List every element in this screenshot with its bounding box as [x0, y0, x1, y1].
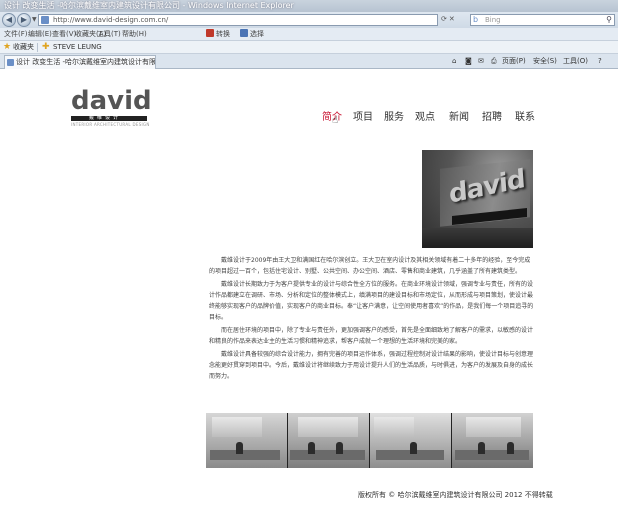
menu-help[interactable]: 帮助(H) [122, 28, 147, 41]
address-bar-row: ◀ ▶ ▼ http://www.david-design.com.cn/ ⟳✕… [0, 12, 618, 28]
search-icon[interactable]: ⚲ [606, 15, 612, 25]
forward-button[interactable]: ▶ [17, 13, 31, 27]
bing-icon: b [473, 15, 479, 24]
address-input[interactable]: http://www.david-design.com.cn/ [38, 14, 438, 26]
intro-paragraph: 戴维设计长期致力于为客户提供专业的设计与综合性全方位的服务。在商业环境设计领域，… [209, 281, 534, 321]
logo-subtitle: INTERIOR ARCHITECTURAL DESIGN [71, 122, 150, 127]
convert-label: 转换 [216, 30, 230, 38]
select-label: 选择 [250, 30, 264, 38]
office-photo-strip [206, 413, 533, 468]
nav-news[interactable]: 新闻 [449, 108, 469, 123]
footer-copyright: 版权所有 © 哈尔滨戴维室内建筑设计有限公司 2012 不得转载 [358, 491, 553, 499]
logo-bar-text: 戴维设计 [89, 115, 122, 121]
nav-careers[interactable]: 招聘 [482, 108, 502, 123]
office-photo [288, 413, 369, 468]
menu-bar: 文件(F) 编辑(E) 查看(V) 收藏夹(A) 工具(T) 帮助(H) 转换 … [0, 28, 618, 41]
hero-image: david [422, 150, 533, 248]
favorite-link-steve-leung[interactable]: STEVE LEUNG [53, 41, 102, 54]
intro-paragraph: 戴维设计于2009年由王大卫和满国红在哈尔滨创立。王大卫在室内设计及其相关领域有… [209, 257, 531, 275]
intro-paragraph: 戴维设计具备较强的综合设计能力，拥有完善的项目运作体系，强调过程控制对设计结果的… [209, 351, 534, 380]
feeds-icon[interactable]: ◙ [465, 54, 472, 69]
tab-title: 设计 改变生活 -哈尔滨戴维室内建筑设计有限公司 [16, 58, 156, 66]
office-photo [370, 413, 451, 468]
refresh-stop-icons[interactable]: ⟳✕ [441, 15, 457, 23]
select-icon [240, 29, 248, 37]
site-logo[interactable]: david 戴维设计 INTERIOR ARCHITECTURAL DESIGN [71, 86, 152, 127]
nav-services[interactable]: 服务 [384, 108, 404, 123]
convert-button[interactable]: 转换 [206, 28, 230, 41]
nav-contact[interactable]: 联系 [515, 108, 535, 123]
tab-favicon-icon [7, 59, 14, 66]
logo-wordmark: david [71, 86, 152, 116]
intro-paragraph: 而在居住环境的项目中，除了专业与责任外，更加强调客户的感受，首先是全面细致地了解… [209, 327, 534, 345]
menu-edit[interactable]: 编辑(E) [28, 28, 52, 41]
select-button[interactable]: 选择 [240, 28, 264, 41]
print-icon[interactable]: ⎙ [491, 54, 497, 69]
page-favicon-icon [41, 16, 49, 24]
window-title: 设计 改变生活 -哈尔滨戴维室内建筑设计有限公司 - Windows Inter… [0, 0, 618, 12]
safety-menu[interactable]: 安全(S) [533, 54, 557, 69]
pdf-convert-icon [206, 29, 214, 37]
office-photo [452, 413, 533, 468]
tools-menu[interactable]: 工具(O) [563, 54, 588, 69]
back-arrow-icon: ◀ [5, 15, 13, 24]
favorites-bar: ★ 收藏夹 ✚ STEVE LEUNG [0, 41, 618, 54]
home-icon[interactable]: ⌂ [452, 54, 456, 69]
favorites-star-icon[interactable]: ★ [3, 41, 11, 54]
tab-command-row: 设计 改变生活 -哈尔滨戴维室内建筑设计有限公司 ⌂ ◙ ✉ ⎙ 页面(P) 安… [0, 54, 618, 69]
address-text: http://www.david-design.com.cn/ [53, 16, 169, 24]
favorites-divider [37, 43, 38, 52]
hand-cursor-icon: ☝ [332, 115, 339, 126]
nav-views[interactable]: 观点 [415, 108, 435, 123]
forward-arrow-icon: ▶ [20, 15, 28, 24]
office-photo [206, 413, 287, 468]
history-dropdown-icon[interactable]: ▼ [32, 16, 37, 23]
tab-current-page[interactable]: 设计 改变生活 -哈尔滨戴维室内建筑设计有限公司 [4, 55, 156, 69]
page-menu[interactable]: 页面(P) [502, 54, 526, 69]
favorites-label[interactable]: 收藏夹 [13, 41, 34, 54]
nav-projects[interactable]: 项目 [353, 108, 373, 123]
page-content: david 戴维设计 INTERIOR ARCHITECTURAL DESIGN… [0, 70, 618, 515]
back-button[interactable]: ◀ [2, 13, 16, 27]
menu-view[interactable]: 查看(V) [52, 28, 76, 41]
mail-icon[interactable]: ✉ [478, 54, 484, 69]
add-favorite-icon[interactable]: ✚ [42, 41, 50, 54]
search-placeholder: Bing [485, 16, 501, 24]
menu-tools[interactable]: 工具(T) [97, 28, 121, 41]
intro-text: 戴维设计于2009年由王大卫和满国红在哈尔滨创立。王大卫在室内设计及其相关领域有… [209, 255, 534, 384]
menu-file[interactable]: 文件(F) [4, 28, 28, 41]
search-input[interactable]: b Bing ⚲ [470, 14, 615, 26]
help-icon[interactable]: ? [598, 54, 602, 69]
